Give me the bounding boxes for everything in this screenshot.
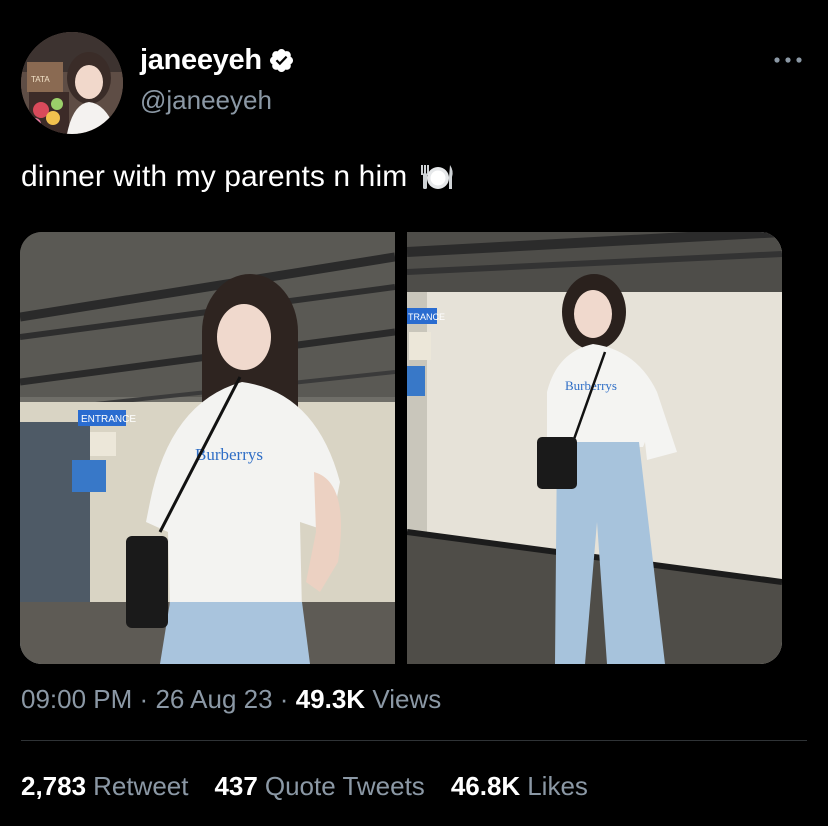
meta-separator: ·: [139, 684, 149, 714]
likes-label: Likes: [527, 771, 588, 801]
retweets-stat[interactable]: 2,783 Retweet: [21, 771, 188, 802]
photo-1-image: ENTRANCE Burberrys: [20, 232, 395, 664]
photo-2-sign-text: TRANCE: [408, 312, 445, 322]
tweet-meta: 09:00 PM · 26 Aug 23 · 49.3K Views: [21, 684, 441, 715]
tweet-detail: TATA janeeyeh @janeeyeh dinner with my p…: [0, 0, 828, 826]
photo-1-shirt-text: Burberrys: [195, 445, 263, 464]
meta-separator: ·: [279, 684, 289, 714]
fork-knife-plate-emoji: [421, 165, 453, 189]
more-dots-icon[interactable]: [773, 54, 803, 66]
tweet-time[interactable]: 09:00 PM: [21, 684, 132, 714]
user-handle[interactable]: @janeeyeh: [140, 85, 295, 116]
retweets-count: 2,783: [21, 771, 87, 801]
likes-count: 46.8K: [450, 771, 521, 801]
avatar-sign-text: TATA: [31, 75, 50, 84]
views-count: 49.3K: [295, 684, 366, 714]
display-name-row: janeeyeh: [140, 42, 295, 78]
display-name[interactable]: janeeyeh: [140, 44, 262, 77]
avatar-image: TATA: [21, 32, 123, 134]
divider: [21, 740, 807, 741]
retweets-label: Retweet: [93, 771, 189, 801]
verified-badge-icon: [269, 48, 293, 72]
tweet-text: dinner with my parents n him: [21, 160, 455, 194]
quotes-stat[interactable]: 437 Quote Tweets: [214, 771, 424, 802]
photo-2-image: TRANCE Burberrys: [407, 232, 782, 664]
tweet-date[interactable]: 26 Aug 23: [155, 684, 272, 714]
tweet-text-content: dinner with my parents n him: [21, 160, 408, 193]
tweet-stats: 2,783 Retweet 437 Quote Tweets 46.8K Likes: [21, 771, 588, 802]
avatar[interactable]: TATA: [21, 32, 123, 134]
photo-1-sign-text: ENTRANCE: [81, 414, 136, 425]
photo-2[interactable]: TRANCE Burberrys: [407, 232, 782, 664]
tweet-header: TATA janeeyeh @janeeyeh: [21, 32, 807, 136]
views-label: Views: [372, 684, 442, 714]
tweet-media[interactable]: ENTRANCE Burberrys TRANCE Burberrys: [20, 232, 782, 664]
quotes-count: 437: [214, 771, 258, 801]
user-info: janeeyeh @janeeyeh: [140, 42, 295, 116]
likes-stat[interactable]: 46.8K Likes: [451, 771, 588, 802]
photo-1[interactable]: ENTRANCE Burberrys: [20, 232, 395, 664]
quotes-label: Quote Tweets: [264, 771, 425, 801]
